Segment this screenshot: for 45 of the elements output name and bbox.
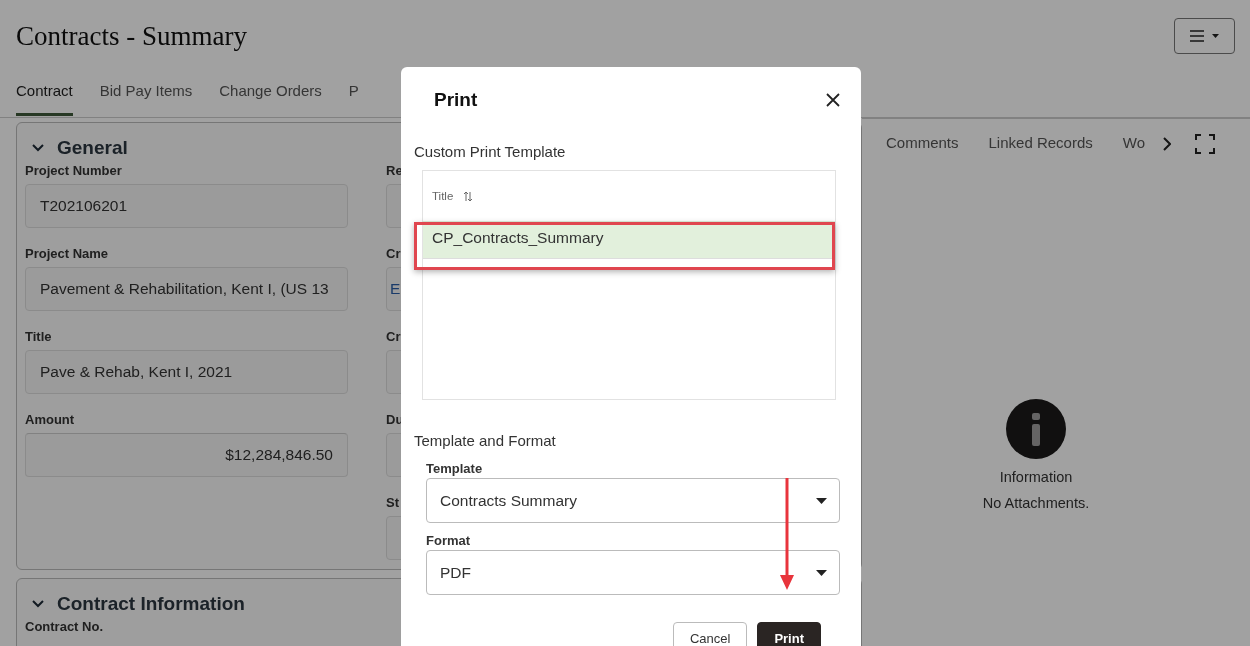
column-header[interactable]: Title (432, 190, 454, 202)
section-label: Custom Print Template (414, 143, 567, 160)
close-icon[interactable] (826, 93, 840, 107)
page-title: Contracts - Summary (16, 20, 247, 52)
input-field[interactable]: T202106201 (25, 184, 348, 228)
section-label: Template and Format (414, 432, 557, 449)
dropdown-field[interactable]: Contracts Summary (426, 478, 840, 523)
field-label: Title (25, 329, 52, 344)
table-row[interactable]: CP_Contracts_Summary (423, 221, 835, 259)
field-label: St (386, 495, 399, 510)
tab[interactable]: P (348, 61, 359, 116)
field-label: Template (426, 461, 484, 476)
menu-button[interactable] (1174, 18, 1235, 54)
tab[interactable]: Comments (886, 134, 959, 154)
field-label: Contract No. (25, 619, 103, 634)
tab[interactable]: Wo (1122, 134, 1145, 154)
sort-icon[interactable] (463, 190, 474, 202)
fullscreen-icon[interactable] (1195, 134, 1215, 154)
tab[interactable]: Bid Pay Items (99, 61, 193, 116)
field-label: Cr (386, 329, 401, 344)
input-field[interactable]: Pave & Rehab, Kent I, 2021 (25, 350, 348, 394)
caret-icon (816, 497, 827, 504)
dialog-button[interactable]: Cancel (672, 622, 748, 646)
field-label: Format (426, 533, 472, 548)
field-label: Project Number (25, 163, 122, 178)
chevron-icon[interactable] (31, 599, 45, 609)
field-label: Amount (25, 412, 75, 427)
tab[interactable]: Change Orders (219, 61, 322, 116)
chevron-icon[interactable] (31, 143, 45, 153)
dropdown-field[interactable]: PDF (426, 550, 840, 595)
info-icon (1006, 399, 1066, 459)
tab[interactable]: Linked Records (988, 134, 1093, 154)
input-field[interactable]: Pavement & Rehabilitation, Kent I, (US 13 (25, 267, 348, 311)
section-title: General (57, 137, 128, 159)
menu-icon (1189, 29, 1220, 43)
field-label: Cr (386, 246, 401, 261)
field-label: Project Name (25, 246, 109, 261)
message-text: No Attachments. (982, 495, 1090, 511)
message-title: Information (999, 469, 1073, 485)
section-title: Contract Information (57, 593, 245, 615)
chevron-right-icon[interactable] (1163, 137, 1171, 151)
tab[interactable]: Contract (16, 61, 73, 116)
dialog-button[interactable]: Print (757, 622, 821, 646)
input-field[interactable]: $12,284,846.50 (25, 433, 348, 477)
dialog-title: Print (434, 89, 478, 111)
